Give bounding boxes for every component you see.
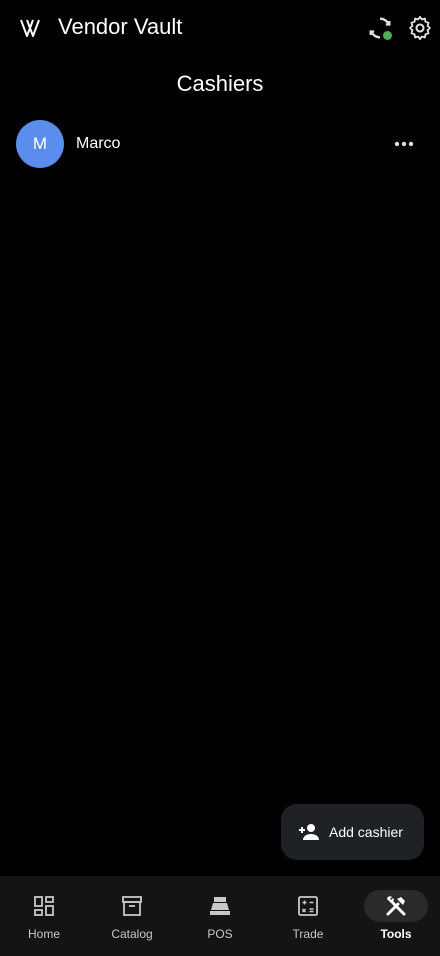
list-item[interactable]: M Marco	[0, 118, 440, 170]
cash-register-icon	[210, 897, 230, 915]
app-bar: Vendor Vault	[0, 0, 440, 56]
nav-label: Catalog	[111, 927, 153, 941]
nav-item-tools[interactable]: Tools	[352, 876, 440, 956]
nav-item-pos[interactable]: POS	[176, 876, 264, 956]
gear-icon	[409, 15, 431, 41]
nav-label: Trade	[292, 927, 324, 941]
nav-label: Tools	[380, 927, 412, 941]
add-cashier-button[interactable]: Add cashier	[281, 804, 424, 860]
vendor-vault-logo-icon	[20, 19, 40, 37]
bottom-navigation: Home Catalog POS Trade Tools	[0, 876, 440, 956]
nav-item-home[interactable]: Home	[0, 876, 88, 956]
tools-icon	[386, 896, 406, 916]
nav-label: Home	[27, 927, 60, 941]
nav-item-catalog[interactable]: Catalog	[88, 876, 176, 956]
sync-status-dot	[382, 30, 393, 41]
calculator-icon	[298, 896, 318, 916]
avatar: M	[16, 120, 64, 168]
settings-button[interactable]	[406, 14, 434, 42]
nav-label: POS	[207, 927, 233, 941]
add-cashier-label: Add cashier	[329, 824, 403, 840]
archive-box-icon	[122, 896, 142, 916]
app-title: Vendor Vault	[58, 14, 183, 39]
person-add-icon	[299, 824, 319, 840]
more-horizontal-icon	[394, 141, 414, 147]
nav-item-trade[interactable]: Trade	[264, 876, 352, 956]
dashboard-icon	[34, 896, 54, 916]
page-title: Cashiers	[176, 71, 264, 96]
more-options-button[interactable]	[390, 130, 418, 158]
cashier-name: Marco	[76, 135, 121, 152]
